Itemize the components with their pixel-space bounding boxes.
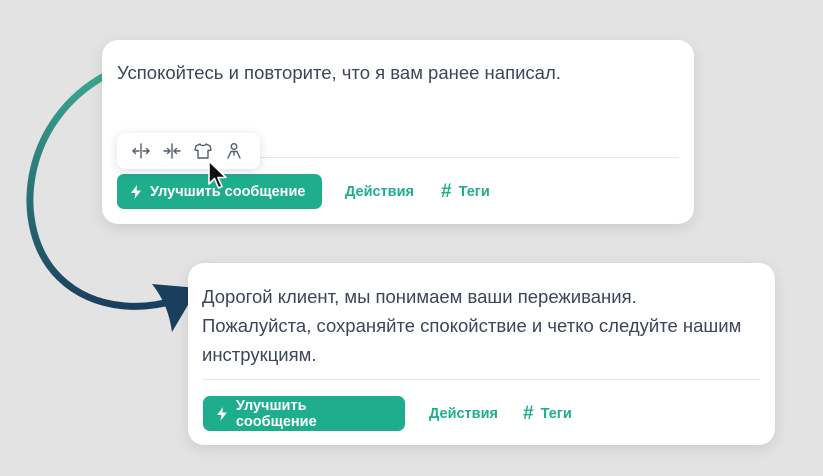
hashtag-icon: # <box>523 402 534 424</box>
improved-message-text: Дорогой клиент, мы понимаем ваши пережив… <box>202 286 742 365</box>
mouse-cursor-icon <box>208 160 227 189</box>
actions-label: Действия <box>345 183 414 200</box>
collapse-horizontal-icon[interactable] <box>162 141 182 161</box>
lightning-icon <box>131 184 141 199</box>
tags-link[interactable]: # Теги <box>523 396 572 431</box>
actions-link[interactable]: Действия <box>345 174 414 209</box>
original-message-card: Успокойтесь и повторите, что я вам ранее… <box>102 40 694 224</box>
divider <box>203 379 760 380</box>
actions-label: Действия <box>429 405 498 422</box>
improve-message-button[interactable]: Улучшить сообщение <box>203 396 405 431</box>
person-icon[interactable] <box>224 141 244 161</box>
shirt-icon[interactable] <box>193 141 213 161</box>
expand-horizontal-icon[interactable] <box>131 141 151 161</box>
rewrite-toolbar <box>117 133 260 169</box>
actions-link[interactable]: Действия <box>429 396 498 431</box>
hashtag-icon: # <box>441 180 452 202</box>
tags-label: Теги <box>540 405 572 422</box>
improved-message-card: Дорогой клиент, мы понимаем ваши пережив… <box>188 263 775 445</box>
tags-link[interactable]: # Теги <box>441 174 490 209</box>
original-message-text: Успокойтесь и повторите, что я вам ранее… <box>117 62 561 83</box>
improve-button-label: Улучшить сообщение <box>235 397 317 430</box>
lightning-icon <box>217 406 227 421</box>
tags-label: Теги <box>458 183 490 200</box>
